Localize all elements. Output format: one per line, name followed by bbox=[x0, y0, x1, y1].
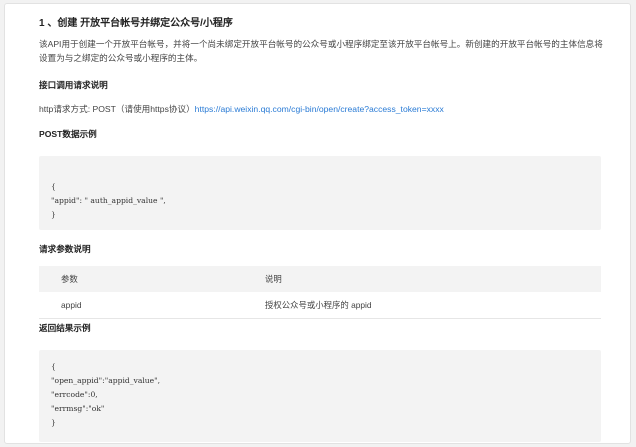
table-header-param: 参数 bbox=[61, 274, 78, 284]
post-example-heading: POST数据示例 bbox=[39, 129, 97, 139]
code-line: { bbox=[51, 362, 56, 371]
request-method-text: http请求方式: POST（请使用https协议） bbox=[39, 104, 195, 114]
code-line: "open_appid":"appid_value", bbox=[51, 376, 161, 385]
table-cell-desc: 授权公众号或小程序的 appid bbox=[265, 300, 372, 310]
params-heading: 请求参数说明 bbox=[39, 244, 91, 254]
section-title: 1 、创建 开放平台帐号并绑定公众号/小程序 bbox=[39, 18, 233, 29]
section-description: 该API用于创建一个开放平台帐号，并将一个尚未绑定开放平台帐号的公众号或小程序绑… bbox=[39, 39, 603, 63]
table-header-row: 参数 说明 bbox=[39, 266, 601, 292]
code-line: { bbox=[51, 182, 56, 191]
request-heading: 接口调用请求说明 bbox=[39, 80, 108, 90]
code-line: } bbox=[51, 210, 56, 219]
request-url-link[interactable]: https://api.weixin.qq.com/cgi-bin/open/c… bbox=[195, 104, 444, 114]
result-example-code-block: { "open_appid":"appid_value", "errcode":… bbox=[39, 350, 601, 442]
code-line: "appid": " auth_appid_value ", bbox=[51, 196, 166, 205]
table-cell-param: appid bbox=[61, 300, 82, 310]
table-row: appid 授权公众号或小程序的 appid bbox=[39, 292, 601, 319]
doc-page: 1 、创建 开放平台帐号并绑定公众号/小程序 该API用于创建一个开放平台帐号，… bbox=[4, 3, 631, 444]
params-table: 参数 说明 appid 授权公众号或小程序的 appid bbox=[39, 266, 601, 319]
code-line: } bbox=[51, 418, 56, 427]
request-method-line: http请求方式: POST（请使用https协议）https://api.we… bbox=[39, 103, 444, 115]
result-example-heading: 返回结果示例 bbox=[39, 323, 91, 333]
post-example-code-block: { "appid": " auth_appid_value ", } bbox=[39, 156, 601, 230]
code-line: "errcode":0, bbox=[51, 390, 98, 399]
table-header-desc: 说明 bbox=[265, 274, 282, 284]
code-line: "errmsg":"ok" bbox=[51, 404, 105, 413]
